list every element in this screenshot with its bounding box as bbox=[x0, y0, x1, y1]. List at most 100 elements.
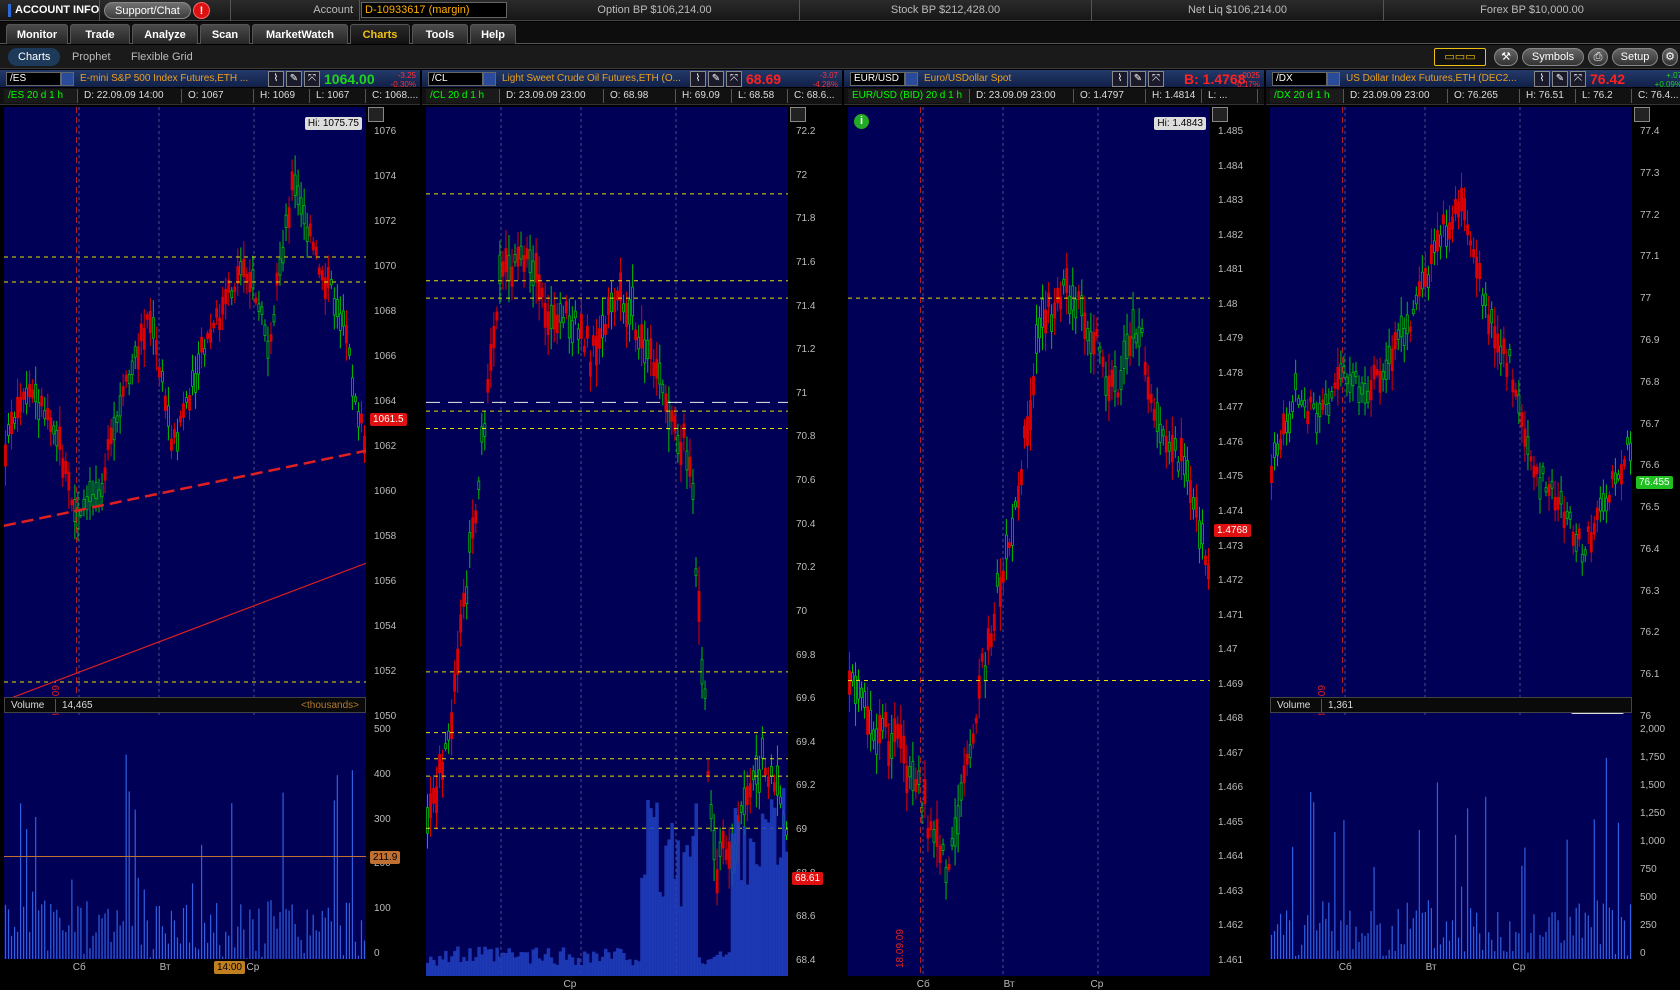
candle bbox=[124, 374, 128, 382]
info-icon[interactable]: i bbox=[854, 114, 869, 129]
candle bbox=[360, 413, 363, 424]
tab-scan[interactable]: Scan bbox=[200, 24, 250, 44]
candle bbox=[947, 864, 951, 870]
candle bbox=[857, 679, 860, 700]
candle bbox=[239, 261, 243, 276]
candle bbox=[1348, 374, 1352, 393]
candle bbox=[477, 480, 481, 491]
price-tick-label: 1.476 bbox=[1218, 436, 1244, 448]
time-axis-label: Ср bbox=[563, 979, 577, 990]
tab-tools[interactable]: Tools bbox=[412, 24, 468, 44]
candle bbox=[10, 411, 13, 435]
account-selector[interactable]: D-10933617 (margin) bbox=[361, 2, 507, 18]
price-axis[interactable]: 72.2 72 71.8 71.6 71.4 71.2 71 70.8 70.6 70.4 70.2… bbox=[792, 107, 838, 976]
print-icon[interactable]: ⎙ bbox=[1588, 48, 1608, 66]
tab-monitor[interactable]: Monitor bbox=[6, 24, 68, 44]
symbol-dropdown-icon[interactable] bbox=[1327, 72, 1340, 86]
chart-aggregation[interactable]: /CL 20 d 1 h bbox=[426, 89, 500, 103]
price-axis[interactable]: 1076 1074 1072 1070 1068 1066 1064 1062 1060 1058… bbox=[370, 107, 416, 732]
subtab-charts[interactable]: Charts bbox=[8, 48, 61, 66]
tab-charts[interactable]: Charts bbox=[350, 24, 410, 44]
settings-gear-icon[interactable]: ⚙ bbox=[1662, 48, 1678, 66]
volume-axis[interactable]: 2,000 1,750 1,500 1,250 1,000 750 500 250 0 bbox=[1636, 715, 1680, 959]
symbol-dropdown-icon[interactable] bbox=[483, 72, 496, 86]
grid-layout-icon[interactable]: ▭▭▭ bbox=[1434, 48, 1486, 66]
volume-plot[interactable] bbox=[1270, 715, 1632, 959]
tab-marketwatch[interactable]: MarketWatch bbox=[252, 24, 348, 44]
account-info-label[interactable]: ACCOUNT INFO bbox=[0, 0, 100, 21]
volume-overlay-bar bbox=[643, 874, 647, 976]
candle bbox=[745, 786, 749, 806]
studies-icon[interactable]: ⤧ bbox=[1570, 71, 1586, 87]
studies-icon[interactable]: ⤧ bbox=[1148, 71, 1164, 87]
drawing-tool-icon[interactable]: ✎ bbox=[1130, 71, 1146, 87]
price-tick-label: 71.4 bbox=[796, 300, 816, 312]
candle bbox=[1571, 531, 1575, 546]
studies-icon[interactable]: ⤧ bbox=[726, 71, 742, 87]
setup-button[interactable]: Setup bbox=[1612, 48, 1658, 66]
chart-panel[interactable]: EUR/USD Euro/USDollar Spot ⌇ ✎ ⤧ B: 1.47… bbox=[844, 70, 1264, 990]
account-label: Account bbox=[230, 0, 360, 21]
volume-overlay-bar bbox=[570, 957, 575, 976]
tab-trade[interactable]: Trade bbox=[70, 24, 130, 44]
symbol-input[interactable]: EUR/USD bbox=[850, 72, 905, 86]
chart-style-icon[interactable]: ⌇ bbox=[690, 71, 706, 87]
volume-overlay-bar bbox=[688, 856, 692, 976]
price-tick-label: 71.8 bbox=[796, 213, 816, 225]
support-chat-button[interactable]: Support/Chat bbox=[104, 2, 191, 19]
candle bbox=[516, 246, 520, 267]
volume-overlay-bar bbox=[640, 877, 644, 976]
candle bbox=[917, 770, 921, 786]
volume-overlay-bar bbox=[462, 957, 466, 976]
symbol-input[interactable]: /CL bbox=[428, 72, 483, 86]
volume-axis[interactable]: 500 400 300 200 100 0 211.9 bbox=[370, 715, 416, 959]
chart-panel[interactable]: /CL Light Sweet Crude Oil Futures,ETH (O… bbox=[422, 70, 852, 990]
price-plot[interactable]: 18.09.09 Hi: 1.4843 i bbox=[848, 107, 1210, 976]
studies-icon[interactable]: ⤧ bbox=[304, 71, 320, 87]
price-tick-label: 1.47 bbox=[1218, 644, 1238, 656]
drawing-tool-icon[interactable]: ✎ bbox=[286, 71, 302, 87]
chart-aggregation[interactable]: /DX 20 d 1 h bbox=[1270, 89, 1344, 103]
candle bbox=[1270, 465, 1273, 484]
subtab-prophet[interactable]: Prophet bbox=[62, 48, 121, 66]
price-plot[interactable] bbox=[426, 107, 788, 976]
chart-style-icon[interactable]: ⌇ bbox=[1112, 71, 1128, 87]
candle bbox=[498, 254, 502, 285]
chart-style-icon[interactable]: ⌇ bbox=[1534, 71, 1550, 87]
symbol-input[interactable]: /ES bbox=[6, 72, 61, 86]
candle bbox=[52, 425, 56, 435]
tab-analyze[interactable]: Analyze bbox=[132, 24, 198, 44]
symbol-input[interactable]: /DX bbox=[1272, 72, 1327, 86]
chart-panel[interactable]: /DX US Dollar Index Futures,ETH (DEC2...… bbox=[1266, 70, 1680, 973]
candle bbox=[718, 841, 722, 857]
candle bbox=[1475, 256, 1479, 278]
chart-panel[interactable]: /ES E-mini S&P 500 Index Futures,ETH ...… bbox=[0, 70, 430, 974]
candle bbox=[1623, 459, 1626, 467]
price-axis[interactable]: 77.4 77.3 77.2 77.1 77 76.9 76.8 76.7 76.6 76.5 76… bbox=[1636, 107, 1680, 732]
chart-style-icon[interactable]: ⌇ bbox=[268, 71, 284, 87]
volume-overlay-bar bbox=[730, 833, 735, 976]
chart-aggregation[interactable]: /ES 20 d 1 h bbox=[4, 89, 78, 103]
candle bbox=[1273, 442, 1276, 458]
drawing-tool-icon[interactable]: ✎ bbox=[708, 71, 724, 87]
volume-plot[interactable] bbox=[4, 715, 366, 959]
price-axis[interactable]: 1.485 1.484 1.483 1.482 1.481 1.48 1.479 1.478 1… bbox=[1214, 107, 1260, 976]
chart-aggregation[interactable]: EUR/USD (BID) 20 d 1 h bbox=[848, 89, 970, 103]
alert-icon[interactable]: ! bbox=[193, 2, 210, 19]
volume-average-tag: 211.9 bbox=[370, 850, 401, 864]
subtab-flexible-grid[interactable]: Flexible Grid bbox=[121, 48, 203, 66]
symbol-dropdown-icon[interactable] bbox=[61, 72, 74, 86]
price-plot[interactable]: 18.09.09Lo: 76.045 bbox=[1270, 107, 1632, 732]
candle bbox=[1318, 403, 1322, 418]
candle bbox=[766, 776, 770, 787]
candle bbox=[637, 336, 641, 350]
candle bbox=[1620, 464, 1623, 485]
symbol-dropdown-icon[interactable] bbox=[905, 72, 918, 86]
drawing-tool-icon[interactable]: ✎ bbox=[1552, 71, 1568, 87]
price-plot[interactable]: 18.09.09Hi: 1075.75 bbox=[4, 107, 366, 732]
symbols-button[interactable]: Symbols bbox=[1522, 48, 1584, 66]
tab-help[interactable]: Help bbox=[470, 24, 516, 44]
wrench-icon[interactable]: ⚒ bbox=[1494, 48, 1518, 66]
volume-overlay-bar bbox=[459, 961, 463, 976]
candle bbox=[1547, 484, 1551, 496]
